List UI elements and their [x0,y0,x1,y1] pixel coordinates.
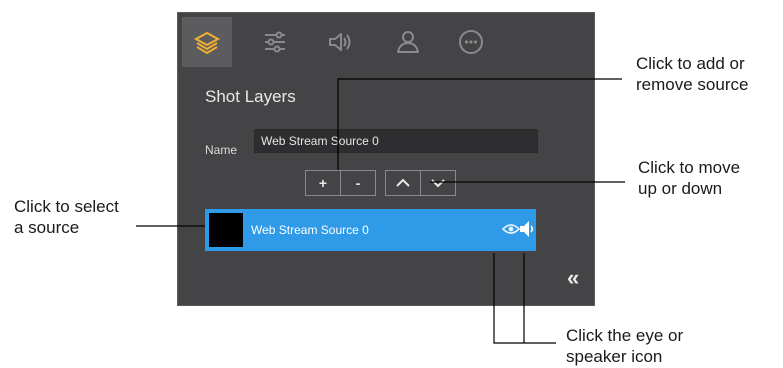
callout-text: a source [14,218,80,237]
callout-text: Click to select [14,197,119,216]
add-remove-leader-line [337,78,622,170]
callout-text: Click to add or [636,54,745,73]
callout-text: Click to move [638,158,741,177]
callout-eye-speaker: Click the eye or speaker icon [566,325,683,367]
callout-add-remove: Click to add or remove source [636,53,748,95]
callout-move: Click to move up or down [638,157,740,199]
callout-text: up or down [638,179,723,198]
callout-text: Click the eye or [566,326,684,345]
callout-text: remove source [636,75,749,94]
callout-text: speaker icon [566,347,663,366]
callout-select: Click to select a source [14,196,119,238]
eye-leader-line [493,253,556,344]
